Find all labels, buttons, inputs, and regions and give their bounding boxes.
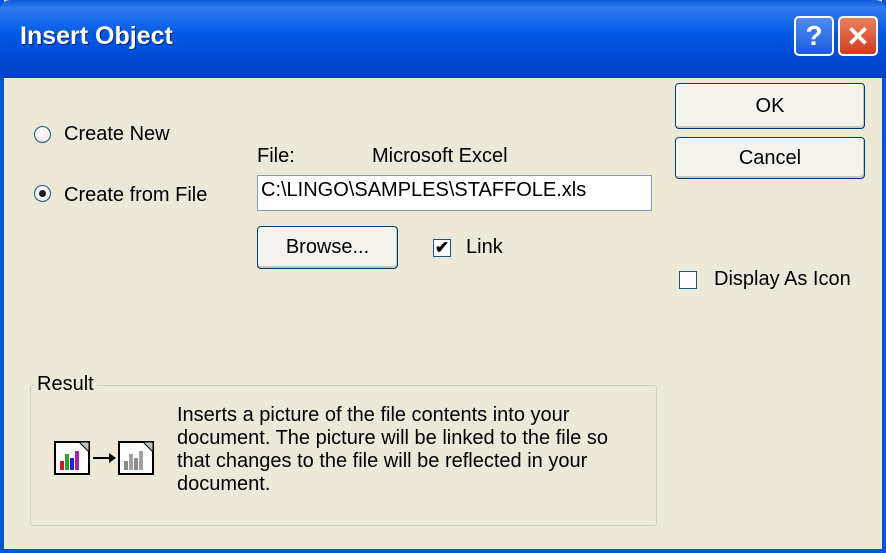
help-icon: ? xyxy=(805,20,823,51)
create-from-file-radio[interactable] xyxy=(34,185,51,202)
link-label[interactable]: Link xyxy=(466,236,503,259)
file-path-input[interactable]: C:\LINGO\SAMPLES\STAFFOLE.xls xyxy=(257,175,652,211)
create-new-radio[interactable] xyxy=(34,126,51,143)
file-type: Microsoft Excel xyxy=(372,145,508,167)
display-as-icon-checkbox[interactable] xyxy=(679,271,697,289)
title-bar[interactable]: Insert Object ? ✕ xyxy=(0,0,886,78)
file-label: File: xyxy=(257,145,295,167)
close-button[interactable]: ✕ xyxy=(838,16,878,56)
create-from-file-label[interactable]: Create from File xyxy=(64,184,207,207)
linked-picture-icon xyxy=(54,441,154,475)
result-title: Result xyxy=(34,373,97,396)
display-as-icon-label[interactable]: Display As Icon xyxy=(714,268,851,291)
close-icon: ✕ xyxy=(846,20,870,52)
help-button[interactable]: ? xyxy=(794,16,834,56)
browse-button[interactable]: Browse... xyxy=(257,226,398,269)
ok-button[interactable]: OK xyxy=(675,83,865,129)
cancel-button[interactable]: Cancel xyxy=(675,137,865,179)
dialog-title: Insert Object xyxy=(20,22,173,50)
result-description: Inserts a picture of the file contents i… xyxy=(177,404,608,495)
create-new-label[interactable]: Create New xyxy=(64,123,170,146)
link-checkbox[interactable]: ✔ xyxy=(433,239,451,257)
checkmark-icon: ✔ xyxy=(434,238,450,257)
